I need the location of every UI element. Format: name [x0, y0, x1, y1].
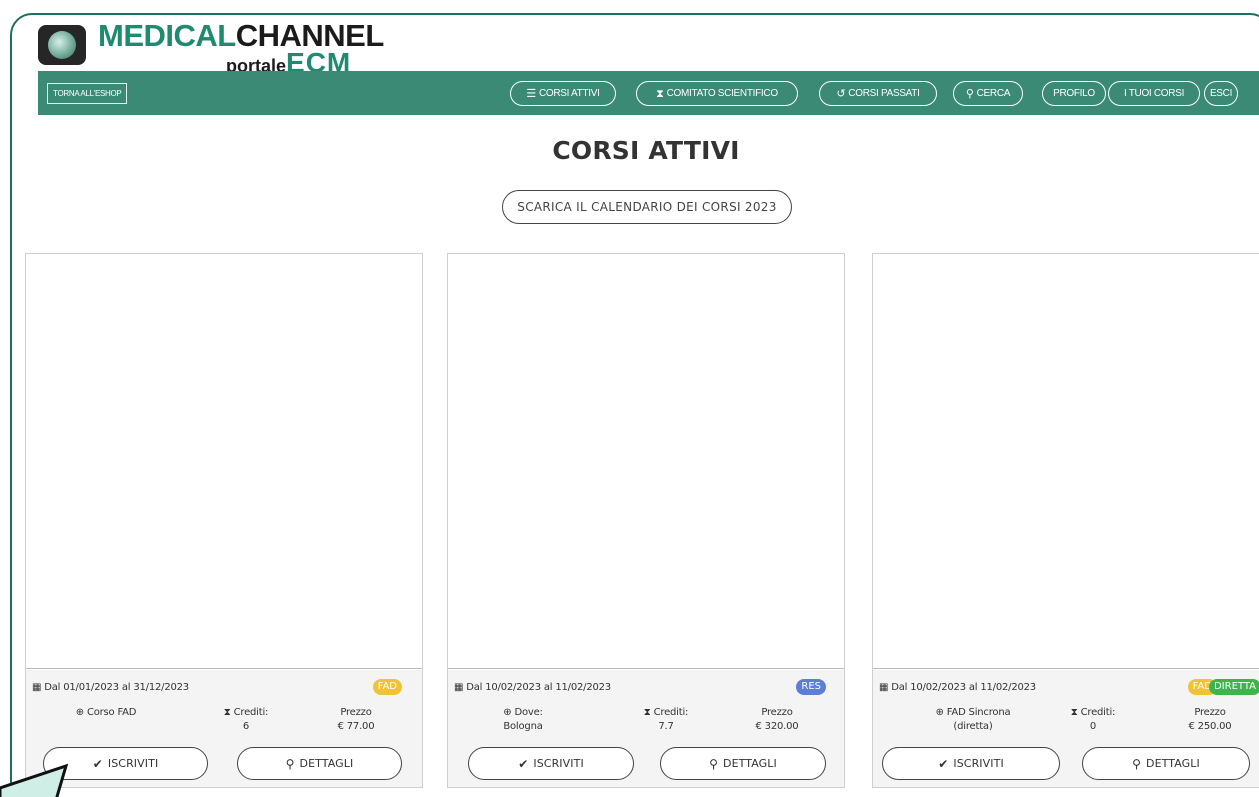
calendar-icon: ▦ — [32, 682, 42, 693]
hourglass-icon: ⧗ — [223, 707, 231, 718]
search-icon: ⚲ — [709, 756, 719, 771]
badge-res: RES — [796, 679, 826, 695]
course-location: ⊕ Dove: Bologna — [503, 707, 543, 732]
logo-icon — [38, 25, 86, 65]
pointer-arrow-icon — [0, 763, 69, 797]
brand-medical: MEDICAL — [98, 18, 236, 53]
nav-cerca[interactable]: ⚲ CERCA — [953, 81, 1023, 106]
details-button[interactable]: ⚲ DETTAGLI — [660, 747, 826, 780]
details-button[interactable]: ⚲ DETTAGLI — [237, 747, 402, 780]
nav-label: PROFILO — [1053, 87, 1095, 99]
course-type: ⊕ Corso FAD — [75, 707, 137, 718]
course-credits: ⧗ Crediti: 0 — [1070, 707, 1116, 732]
course-credits: ⧗ Crediti: 7.7 — [643, 707, 689, 732]
history-icon: ↺ — [836, 87, 846, 100]
user-doctor-icon: ⧗ — [656, 87, 664, 100]
page-title: CORSI ATTIVI — [552, 136, 740, 165]
nav-comitato-scientifico[interactable]: ⧗ COMITATO SCIENTIFICO — [636, 81, 798, 106]
search-icon: ⚲ — [965, 87, 974, 100]
hourglass-icon: ⧗ — [643, 707, 651, 718]
calendar-icon: ▦ — [879, 682, 889, 693]
course-dates: ▦ Dal 10/02/2023 al 11/02/2023 — [879, 682, 1036, 693]
course-credits: ⧗ Crediti: 6 — [223, 707, 269, 732]
search-icon: ⚲ — [285, 756, 295, 771]
nav-i-tuoi-corsi[interactable]: I TUOI CORSI — [1108, 81, 1200, 106]
search-icon: ⚲ — [1132, 756, 1142, 771]
app-frame: MEDICALCHANNEL portaleECM TORNA ALL'ESHO… — [10, 13, 1259, 797]
badge-fad: FAD — [372, 679, 402, 695]
site-logo[interactable]: MEDICALCHANNEL portaleECM — [38, 18, 384, 77]
info-circle-icon: ⊕ — [935, 707, 944, 718]
nav-profilo[interactable]: PROFILO — [1042, 81, 1106, 106]
hourglass-icon: ⧗ — [1070, 707, 1078, 718]
nav-label: COMITATO SCIENTIFICO — [666, 87, 779, 99]
course-card: ▦ Dal 01/01/2023 al 31/12/2023 FAD ⊕ Corso… — [25, 253, 423, 788]
nav-label: CORSI ATTIVI — [538, 87, 600, 99]
course-image — [448, 254, 844, 669]
enroll-button[interactable]: ✔ ISCRIVITI — [468, 747, 634, 780]
main-navbar: TORNA ALL'ESHOP ☰ CORSI ATTIVI ⧗ COMITATO … — [38, 71, 1259, 115]
course-image — [873, 254, 1259, 669]
enroll-button[interactable]: ✔ ISCRIVITI — [882, 747, 1060, 780]
info-circle-icon: ⊕ — [75, 707, 84, 718]
course-image — [26, 254, 422, 669]
course-type: ⊕ FAD Sincrona (diretta) — [935, 707, 1011, 732]
eshop-link[interactable]: TORNA ALL'ESHOP — [47, 83, 128, 104]
nav-corsi-attivi[interactable]: ☰ CORSI ATTIVI — [510, 81, 616, 106]
nav-label: CERCA — [976, 87, 1011, 99]
check-circle-icon: ✔ — [938, 756, 949, 771]
check-circle-icon: ✔ — [92, 756, 103, 771]
course-card: ▦ Dal 10/02/2023 al 11/02/2023 RES ⊕ Dove:… — [447, 253, 845, 788]
course-dates: ▦ Dal 10/02/2023 al 11/02/2023 — [454, 682, 611, 693]
info-circle-icon: ⊕ — [503, 707, 512, 718]
calendar-icon: ▦ — [454, 682, 464, 693]
course-card: ▦ Dal 10/02/2023 al 11/02/2023 FAD DIRETT… — [872, 253, 1259, 788]
check-circle-icon: ✔ — [518, 756, 529, 771]
nav-esci[interactable]: ESCI — [1204, 81, 1238, 106]
nav-label: I TUOI CORSI — [1123, 87, 1185, 99]
details-button[interactable]: ⚲ DETTAGLI — [1082, 747, 1250, 780]
course-price: Prezzo € 77.00 — [337, 707, 375, 732]
nav-label: CORSI PASSATI — [848, 87, 920, 99]
course-price: Prezzo € 320.00 — [755, 707, 799, 732]
course-dates: ▦ Dal 01/01/2023 al 31/12/2023 — [32, 682, 189, 693]
nav-corsi-passati[interactable]: ↺ CORSI PASSATI — [819, 81, 937, 106]
download-calendar-button[interactable]: SCARICA IL CALENDARIO DEI CORSI 2023 — [502, 190, 792, 224]
badge-diretta: DIRETTA — [1208, 679, 1259, 695]
nav-label: ESCI — [1209, 87, 1233, 99]
course-price: Prezzo € 250.00 — [1188, 707, 1232, 732]
list-icon: ☰ — [526, 87, 536, 100]
